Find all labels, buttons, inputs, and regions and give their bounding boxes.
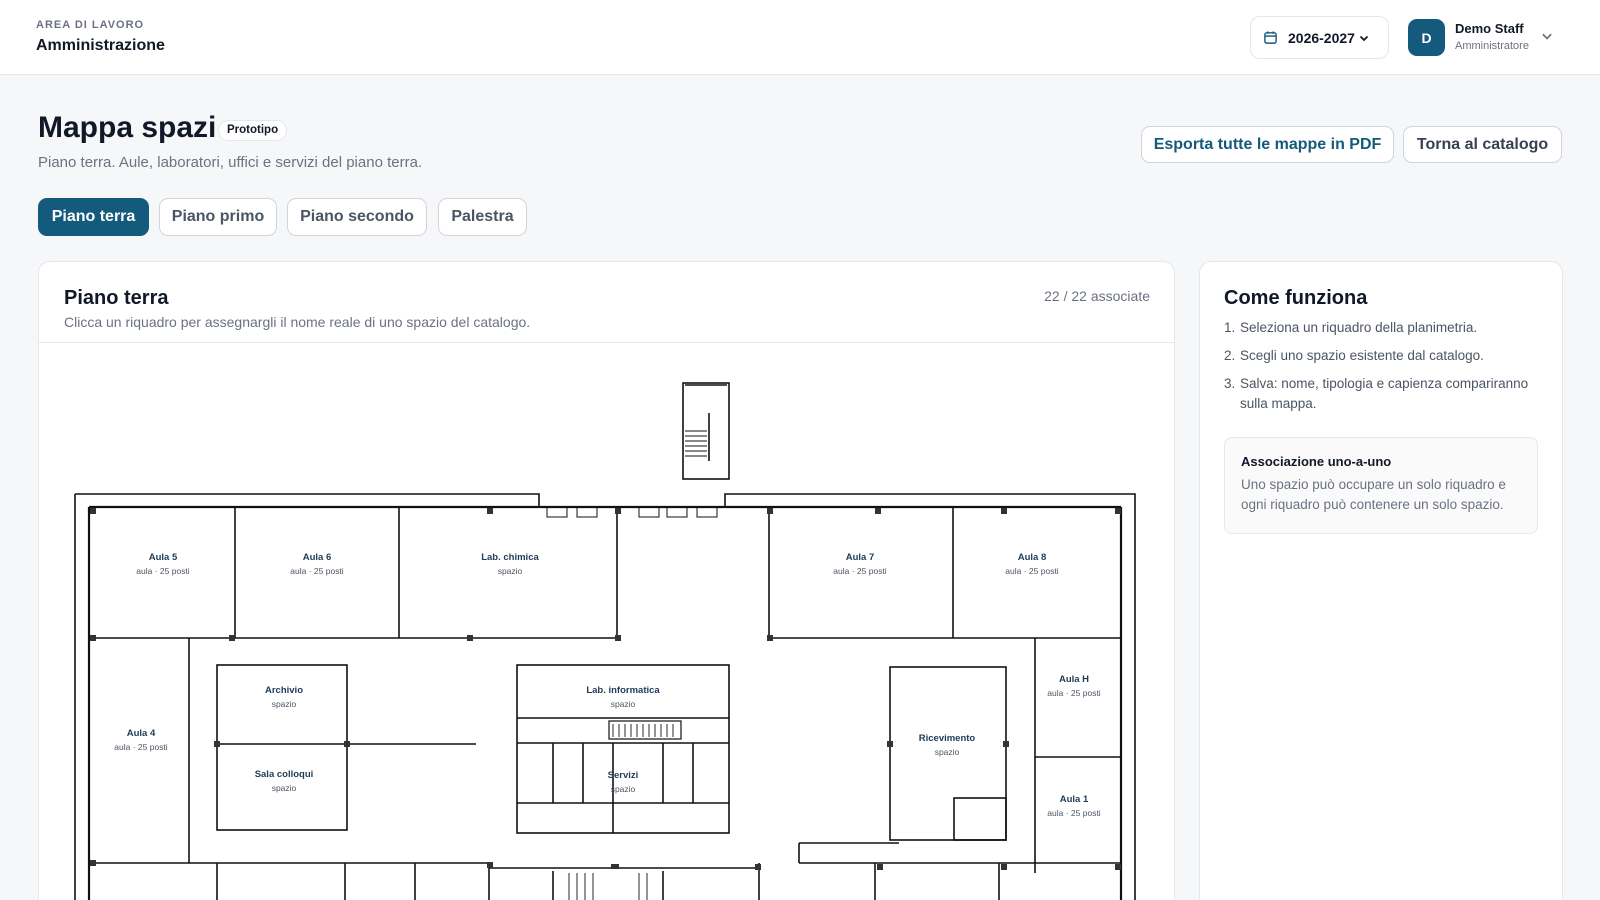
floor-plan: Aula 5 aula · 25 posti Aula 6 aula · 25 … bbox=[74, 382, 1136, 900]
tab-piano-secondo[interactable]: Piano secondo bbox=[287, 198, 427, 236]
room-archivio[interactable]: Archivio spazio bbox=[265, 685, 303, 709]
info-note: Associazione uno-a-uno Uno spazio può oc… bbox=[1224, 437, 1538, 534]
room-aula-h[interactable]: Aula H aula · 25 posti bbox=[1047, 674, 1101, 698]
room-name: Aula 4 bbox=[127, 728, 156, 739]
help-card: Come funziona 1. Seleziona un riquadro de… bbox=[1199, 261, 1563, 900]
back-to-catalog-button[interactable]: Torna al catalogo bbox=[1403, 126, 1562, 163]
help-title: Come funziona bbox=[1224, 287, 1368, 309]
exterior-wall bbox=[74, 493, 1136, 900]
user-role: Amministratore bbox=[1455, 40, 1529, 52]
list-item: 1. Seleziona un riquadro della planimetri… bbox=[1224, 320, 1478, 335]
room-detail: aula · 25 posti bbox=[1005, 566, 1059, 576]
room-name: Aula 1 bbox=[1060, 794, 1089, 805]
list-item: 3. Salva: nome, tipologia e capienza comp… bbox=[1224, 376, 1529, 411]
note-body: Uno spazio può occupare un solo riquadro… bbox=[1241, 477, 1506, 512]
room-aula-6[interactable]: Aula 6 aula · 25 posti bbox=[290, 552, 344, 576]
association-count: 22 / 22 associate bbox=[1044, 288, 1150, 304]
room-aula-8[interactable]: Aula 8 aula · 25 posti bbox=[1005, 552, 1059, 576]
room-name: Lab. informatica bbox=[586, 685, 660, 696]
year-selector[interactable]: 2026-2027 bbox=[1250, 16, 1389, 59]
room-name: Aula 6 bbox=[303, 552, 332, 563]
room-name: Aula 7 bbox=[846, 552, 875, 563]
room-sala-colloqui[interactable]: Sala colloqui spazio bbox=[255, 769, 314, 793]
user-menu-chevron-icon[interactable] bbox=[1541, 30, 1553, 42]
room-detail: aula · 25 posti bbox=[833, 566, 887, 576]
room-detail: aula · 25 posti bbox=[1047, 688, 1101, 698]
room-name: Ricevimento bbox=[919, 733, 976, 744]
room-detail: spazio bbox=[272, 783, 297, 793]
calendar-icon bbox=[1264, 31, 1277, 44]
map-hint: Clicca un riquadro per assegnargli il no… bbox=[64, 314, 531, 330]
room-name: Servizi bbox=[608, 770, 639, 781]
room-lab-informatica[interactable]: Lab. informatica spazio bbox=[586, 685, 660, 709]
floor-map-card: Piano terra 22 / 22 associate Clicca un … bbox=[38, 261, 1175, 900]
room-detail: spazio bbox=[498, 566, 523, 576]
room-name: Aula 8 bbox=[1018, 552, 1047, 563]
page-subtitle: Piano terra. Aule, laboratori, uffici e … bbox=[38, 154, 423, 171]
room-lab-chimica[interactable]: Lab. chimica spazio bbox=[481, 552, 539, 576]
top-bar: AREA DI LAVORO Amministrazione 2026-2027… bbox=[0, 0, 1600, 75]
map-title: Piano terra bbox=[64, 287, 169, 309]
room-name: Lab. chimica bbox=[481, 552, 539, 563]
room-name: Sala colloqui bbox=[255, 769, 314, 780]
room-aula-1[interactable]: Aula 1 aula · 25 posti bbox=[1047, 794, 1101, 818]
list-item: 2. Scegli uno spazio esistente dal catalo… bbox=[1224, 348, 1484, 363]
room-detail: spazio bbox=[272, 699, 297, 709]
note-title: Associazione uno-a-uno bbox=[1241, 454, 1392, 469]
chevron-down-icon bbox=[1359, 35, 1369, 41]
room-detail: aula · 25 posti bbox=[114, 742, 168, 752]
room-detail: spazio bbox=[611, 699, 636, 709]
room-aula-4[interactable]: Aula 4 aula · 25 posti bbox=[114, 728, 168, 752]
room-detail: aula · 25 posti bbox=[290, 566, 344, 576]
room-detail: spazio bbox=[611, 784, 636, 794]
tab-palestra[interactable]: Palestra bbox=[438, 198, 527, 236]
room-name: Archivio bbox=[265, 685, 303, 696]
room-detail: aula · 25 posti bbox=[136, 566, 190, 576]
status-badge: Prototipo bbox=[218, 120, 288, 141]
export-pdf-button[interactable]: Esporta tutte le mappe in PDF bbox=[1141, 126, 1394, 163]
room-detail: spazio bbox=[935, 747, 960, 757]
avatar[interactable]: D bbox=[1408, 19, 1445, 56]
workspace-title: Amministrazione bbox=[36, 37, 165, 54]
tab-piano-terra[interactable]: Piano terra bbox=[38, 198, 149, 236]
tab-piano-primo[interactable]: Piano primo bbox=[159, 198, 277, 236]
room-aula-5[interactable]: Aula 5 aula · 25 posti bbox=[136, 552, 190, 576]
help-steps: 1. Seleziona un riquadro della planimetri… bbox=[1224, 318, 1544, 422]
year-selector-value: 2026-2027 bbox=[1288, 29, 1355, 46]
room-ricevimento[interactable]: Ricevimento spazio bbox=[919, 733, 976, 757]
workspace-caption: AREA DI LAVORO bbox=[36, 19, 145, 31]
room-detail: aula · 25 posti bbox=[1047, 808, 1101, 818]
room-aula-7[interactable]: Aula 7 aula · 25 posti bbox=[833, 552, 887, 576]
user-name[interactable]: Demo Staff bbox=[1455, 21, 1524, 36]
page-title: Mappa spazi bbox=[38, 111, 217, 144]
room-name: Aula 5 bbox=[149, 552, 178, 563]
room-name: Aula H bbox=[1059, 674, 1089, 685]
